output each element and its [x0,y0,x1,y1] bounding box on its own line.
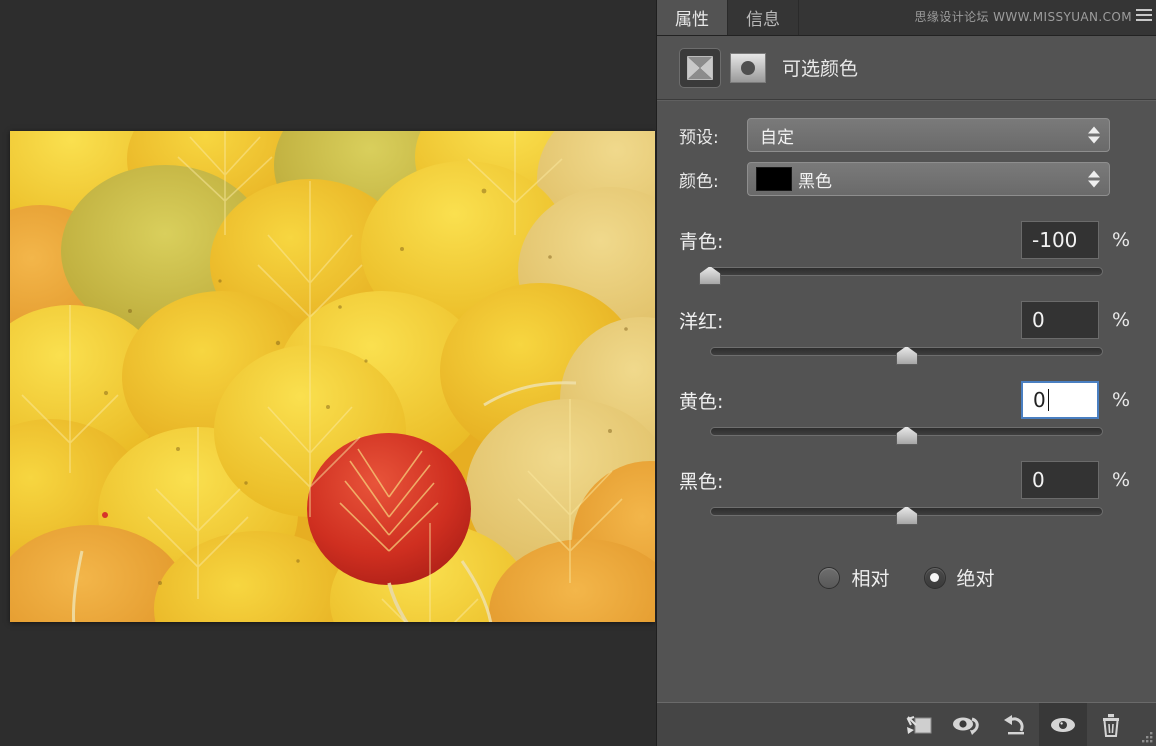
yellow-value-field[interactable]: 0 [1021,381,1099,419]
preset-dropdown[interactable]: 自定 [747,118,1110,152]
magenta-slider-handle[interactable] [895,346,918,365]
menu-line [1136,14,1152,16]
reset-arrow-icon [1004,714,1024,734]
resize-grip-icon [1142,731,1153,742]
black-value-field[interactable]: 0 [1021,461,1099,499]
eye-arrow-icon [953,717,979,735]
panel-header: 可选颜色 [657,36,1156,100]
knob-shape [895,346,918,365]
slider-group-magenta: 洋红: 0 % [657,300,1156,368]
slider-group-black: 黑色: 0 % [657,460,1156,528]
black-unit: % [1111,469,1131,491]
delete-adjustment-button[interactable] [1087,703,1135,746]
track-bar [710,267,1103,276]
slider-group-yellow: 黄色: 0 % [657,380,1156,448]
toggle-visibility-button[interactable] [1039,702,1087,746]
watermark-text: 思缘设计论坛 WWW.MISSYUAN.COM [914,10,1132,24]
yellow-slider-handle[interactable] [895,426,918,445]
tab-info[interactable]: 信息 [728,0,799,35]
tab-info-label: 信息 [746,10,780,30]
panel-tab-bar: 属性 信息 思缘设计论坛 WWW.MISSYUAN.COM [657,0,1156,36]
preset-row: 预设: 自定 [657,116,1156,154]
resize-grip[interactable] [1135,703,1156,746]
slider-track-magenta[interactable] [679,342,1134,368]
yellow-unit: % [1111,389,1131,411]
stepper-arrows-icon [1088,170,1100,188]
slider-header-magenta: 洋红: 0 % [679,300,1134,340]
preset-value: 自定 [760,127,794,148]
cyan-label: 青色: [679,230,724,253]
cyan-slider-handle[interactable] [699,266,721,285]
stepper-arrows-icon [1088,126,1100,144]
view-previous-state-button[interactable] [943,703,991,746]
slider-track-cyan[interactable] [679,262,1134,288]
tab-properties-label: 属性 [675,10,709,30]
radio-selected-pip [930,573,939,582]
slider-header-cyan: 青色: -100 % [679,220,1134,260]
slider-track-yellow[interactable] [679,422,1134,448]
knob-shape [895,426,918,445]
aspen-leaves-image [10,131,655,622]
radio-absolute[interactable]: 绝对 [923,564,995,591]
radio-relative-circle [818,566,841,589]
chevron-down-icon [1088,136,1100,144]
layer-mask-thumbnail-icon[interactable] [730,52,766,83]
menu-line [1136,19,1152,21]
chevron-up-icon [1088,170,1100,178]
clip-to-layer-icon [906,715,932,734]
radio-relative[interactable]: 相对 [818,564,890,591]
slider-header-yellow: 黄色: 0 % [679,380,1134,420]
text-cursor [1047,389,1049,411]
colors-value: 黑色 [798,171,832,192]
knob-shape [895,506,918,525]
panel-footer-toolbar [657,702,1156,746]
menu-line [1136,9,1152,11]
cyan-unit: % [1111,229,1131,251]
radio-absolute-label: 绝对 [956,568,995,590]
magenta-value: 0 [1032,308,1045,332]
mask-dot [741,60,755,75]
colors-label: 颜色: [679,171,719,192]
colors-row: 颜色: 黑色 [657,160,1156,198]
chevron-down-icon [1088,180,1100,188]
black-slider-handle[interactable] [895,506,918,525]
magenta-value-field[interactable]: 0 [1021,301,1099,339]
page-title: 可选颜色 [782,58,859,80]
reset-adjustment-button[interactable] [991,703,1039,746]
photoshop-window: 属性 信息 思缘设计论坛 WWW.MISSYUAN.COM 可选颜色 预设: 自… [0,0,1156,746]
slider-header-black: 黑色: 0 % [679,460,1134,500]
black-value: 0 [1032,468,1045,492]
eye-icon [1051,717,1075,732]
colors-dropdown[interactable]: 黑色 [747,162,1110,196]
method-radio-group: 相对 绝对 [657,564,1156,591]
canvas-area [0,0,656,746]
preset-label: 预设: [679,127,719,148]
trash-icon [1103,713,1119,737]
knob-shape [699,266,721,285]
yellow-value: 0 [1033,388,1046,412]
clip-to-layer-button[interactable] [895,703,943,746]
selective-color-icon[interactable] [679,47,721,88]
magenta-unit: % [1111,309,1131,331]
black-label: 黑色: [679,470,724,493]
cyan-value: -100 [1032,228,1078,252]
color-swatch [756,167,792,191]
yellow-label: 黄色: [679,390,724,413]
cyan-value-field[interactable]: -100 [1021,221,1099,259]
slider-group-cyan: 青色: -100 % [657,220,1156,288]
slider-track-black[interactable] [679,502,1134,528]
panel-body: 预设: 自定 颜色: 黑色 青色: -100 % 洋红: 0 % 黄色: 0 %… [657,100,1156,591]
document-image[interactable] [10,131,655,622]
tab-properties[interactable]: 属性 [657,0,728,35]
radio-relative-label: 相对 [851,568,890,590]
chevron-up-icon [1088,126,1100,134]
radio-absolute-circle [923,566,946,589]
properties-panel: 属性 信息 思缘设计论坛 WWW.MISSYUAN.COM 可选颜色 预设: 自… [656,0,1156,746]
panel-menu-icon[interactable] [1136,9,1152,23]
magenta-label: 洋红: [679,310,724,333]
